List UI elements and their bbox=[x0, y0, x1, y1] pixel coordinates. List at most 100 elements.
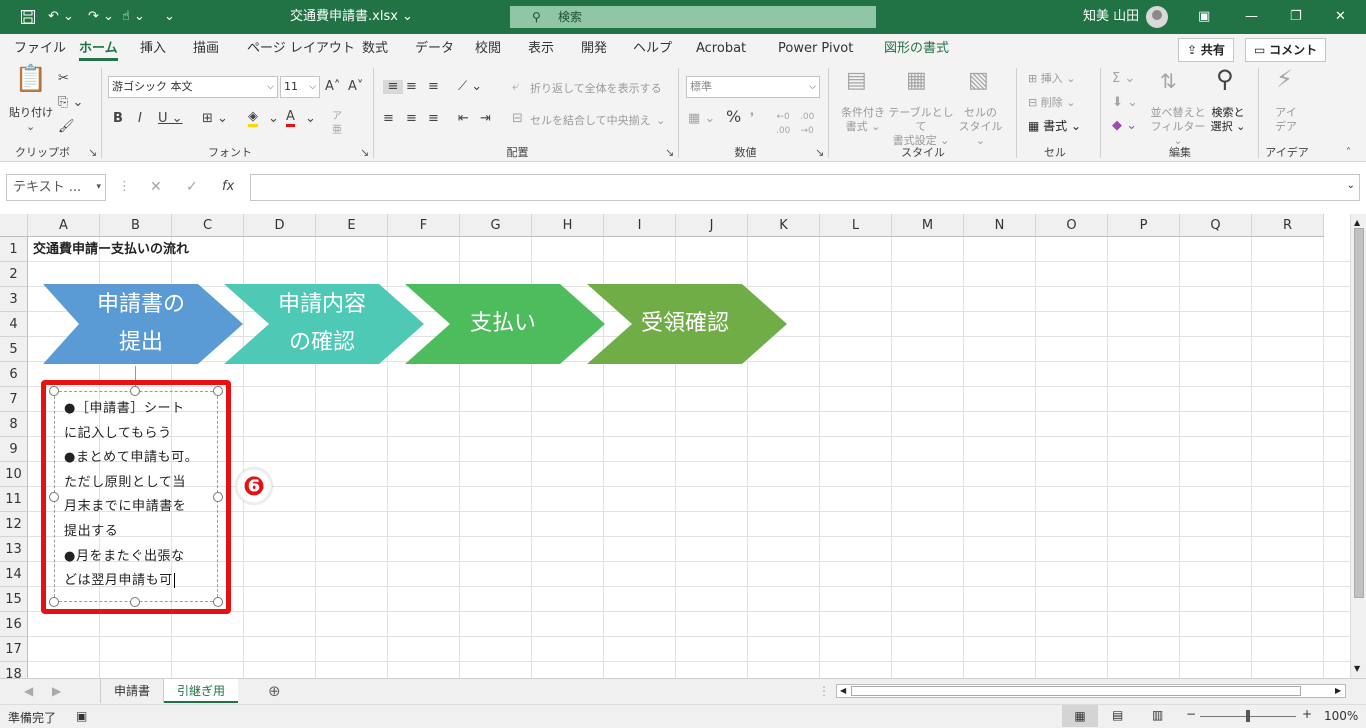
column-header[interactable]: Q bbox=[1180, 214, 1252, 237]
comma-icon[interactable]: ❜ bbox=[750, 112, 754, 126]
row-header[interactable]: 5 bbox=[0, 337, 28, 362]
page-layout-view-icon[interactable]: ▤ bbox=[1112, 708, 1123, 722]
clear-icon[interactable]: ◆ ⌄ bbox=[1112, 119, 1137, 133]
resize-handle[interactable] bbox=[213, 386, 223, 396]
horizontal-scroll-thumb[interactable] bbox=[851, 686, 1301, 696]
column-header[interactable]: P bbox=[1108, 214, 1180, 237]
tab-shape-format[interactable]: 図形の書式 bbox=[884, 34, 949, 64]
alignment-launcher-icon[interactable]: ↘ bbox=[665, 146, 674, 160]
orientation-icon[interactable]: ⟋ ⌄ bbox=[458, 80, 482, 94]
zoom-out-icon[interactable]: − bbox=[1186, 707, 1196, 721]
ribbon-display-icon[interactable]: ▣ bbox=[1198, 0, 1210, 34]
merge-dropdown-icon[interactable]: ⌄ bbox=[656, 114, 665, 128]
resize-handle[interactable] bbox=[49, 597, 59, 607]
autosum-icon[interactable]: Σ ⌄ bbox=[1112, 72, 1135, 86]
restore-icon[interactable]: ❐ bbox=[1290, 0, 1302, 34]
sheet-tab-hikitsugi[interactable]: 引継ぎ用 bbox=[164, 679, 238, 703]
scroll-right-icon[interactable]: ▶ bbox=[1335, 685, 1341, 697]
column-header[interactable]: D bbox=[244, 214, 316, 237]
expand-formula-icon[interactable]: ⌄ bbox=[1347, 180, 1355, 191]
tab-view[interactable]: 表示 bbox=[528, 34, 554, 64]
grow-font-icon[interactable]: A˄ bbox=[325, 80, 340, 94]
tab-formulas[interactable]: 数式 bbox=[362, 34, 388, 64]
cell-style-button[interactable]: セルの スタイル ⌄ bbox=[953, 106, 1008, 148]
border-icon[interactable]: ⊞ ⌄ bbox=[202, 112, 228, 126]
scroll-down-icon[interactable]: ▼ bbox=[1354, 664, 1360, 673]
row-header[interactable]: 16 bbox=[0, 612, 28, 637]
tab-power-pivot[interactable]: Power Pivot bbox=[778, 34, 853, 64]
find-icon[interactable]: ⚲ bbox=[1216, 67, 1234, 91]
vertical-scroll-thumb[interactable] bbox=[1354, 228, 1364, 598]
search-box[interactable]: ⚲ 検索 bbox=[510, 6, 876, 28]
cell-style-icon[interactable]: ▧ bbox=[968, 70, 989, 92]
add-sheet-icon[interactable]: ⊕ bbox=[268, 679, 281, 703]
merge-icon[interactable]: ⊟ bbox=[512, 112, 523, 126]
customize-qat-icon[interactable]: ⌄ bbox=[164, 0, 175, 34]
column-header[interactable]: F bbox=[388, 214, 460, 237]
row-header[interactable]: 9 bbox=[0, 437, 28, 462]
name-box[interactable]: テキスト ... ▾ bbox=[6, 174, 106, 201]
avatar[interactable] bbox=[1146, 6, 1168, 28]
copy-icon[interactable]: ⎘ ⌄ bbox=[58, 96, 83, 110]
font-launcher-icon[interactable]: ↘ bbox=[360, 146, 369, 160]
delete-cells-button[interactable]: ⊟ 削除 ⌄ bbox=[1028, 96, 1075, 110]
redo-icon[interactable]: ↷ ⌄ bbox=[88, 0, 114, 34]
format-as-table-button[interactable]: テーブルとして 書式設定 ⌄ bbox=[886, 106, 956, 148]
align-top-icon[interactable]: ≡ bbox=[383, 80, 403, 94]
resize-handle[interactable] bbox=[49, 492, 59, 502]
column-header[interactable]: H bbox=[532, 214, 604, 237]
bold-icon[interactable]: B bbox=[113, 112, 123, 126]
increase-indent-icon[interactable]: ⇥ bbox=[480, 112, 491, 126]
number-format-select[interactable]: 標準 bbox=[686, 76, 820, 98]
normal-view-icon[interactable]: ▦ bbox=[1062, 705, 1098, 727]
row-header[interactable]: 18 bbox=[0, 662, 28, 678]
cut-icon[interactable]: ✂ bbox=[58, 72, 69, 86]
currency-icon[interactable]: ▦ ⌄ bbox=[688, 112, 715, 126]
column-header[interactable]: B bbox=[100, 214, 172, 237]
enter-icon[interactable]: ✓ bbox=[186, 180, 198, 194]
font-color-icon[interactable]: A bbox=[286, 110, 295, 127]
font-size-select[interactable]: 11 bbox=[280, 76, 320, 98]
number-launcher-icon[interactable]: ↘ bbox=[815, 146, 824, 160]
row-header[interactable]: 11 bbox=[0, 487, 28, 512]
column-header[interactable]: M bbox=[892, 214, 964, 237]
resize-handle[interactable] bbox=[130, 597, 140, 607]
column-header[interactable]: G bbox=[460, 214, 532, 237]
column-header[interactable]: I bbox=[604, 214, 676, 237]
paste-button[interactable]: 貼り付け bbox=[9, 106, 53, 120]
row-header[interactable]: 3 bbox=[0, 287, 28, 312]
tab-draw[interactable]: 描画 bbox=[193, 34, 219, 64]
sort-filter-icon[interactable]: ⇅ bbox=[1160, 71, 1177, 91]
process-chevron[interactable]: 支払い bbox=[405, 284, 605, 364]
name-box-dropdown-icon[interactable]: ▾ bbox=[96, 175, 101, 200]
tab-split-icon[interactable]: ⋮ bbox=[818, 679, 830, 703]
resize-handle[interactable] bbox=[213, 597, 223, 607]
comment-button[interactable]: ▭ コメント bbox=[1245, 38, 1327, 62]
find-select-button[interactable]: 検索と 選択 ⌄ bbox=[1208, 106, 1248, 134]
cancel-icon[interactable]: ✕ bbox=[150, 180, 162, 194]
cell-a1[interactable]: 交通費申請ー支払いの流れ bbox=[33, 240, 189, 260]
undo-icon[interactable]: ↶ ⌄ bbox=[48, 0, 74, 34]
formula-input[interactable]: ⌄ bbox=[250, 174, 1360, 201]
tab-developer[interactable]: 開発 bbox=[581, 34, 607, 64]
column-header[interactable]: R bbox=[1252, 214, 1324, 237]
wrap-text-icon[interactable]: ⤶ bbox=[512, 80, 519, 94]
row-header[interactable]: 12 bbox=[0, 512, 28, 537]
paste-dropdown-icon[interactable]: ⌄ bbox=[26, 120, 35, 134]
row-header[interactable]: 14 bbox=[0, 562, 28, 587]
column-header[interactable]: J bbox=[676, 214, 748, 237]
zoom-in-icon[interactable]: + bbox=[1302, 707, 1312, 721]
sheet-tab-shinseisho[interactable]: 申請書 bbox=[100, 679, 164, 703]
column-header[interactable]: K bbox=[748, 214, 820, 237]
row-header[interactable]: 7 bbox=[0, 387, 28, 412]
insert-function-icon[interactable]: fx bbox=[222, 180, 234, 194]
phonetic-icon[interactable]: ア亜 bbox=[332, 110, 342, 138]
page-break-view-icon[interactable]: ▥ bbox=[1152, 708, 1163, 722]
align-left-icon[interactable]: ≡ bbox=[383, 112, 394, 126]
row-header[interactable]: 17 bbox=[0, 637, 28, 662]
table-format-icon[interactable]: ▦ bbox=[906, 70, 927, 92]
fill-color-dropdown-icon[interactable]: ⌄ bbox=[268, 112, 279, 126]
minimize-icon[interactable]: — bbox=[1245, 0, 1258, 34]
touch-mode-icon[interactable]: ☝ ⌄ bbox=[122, 0, 145, 34]
row-header[interactable]: 4 bbox=[0, 312, 28, 337]
